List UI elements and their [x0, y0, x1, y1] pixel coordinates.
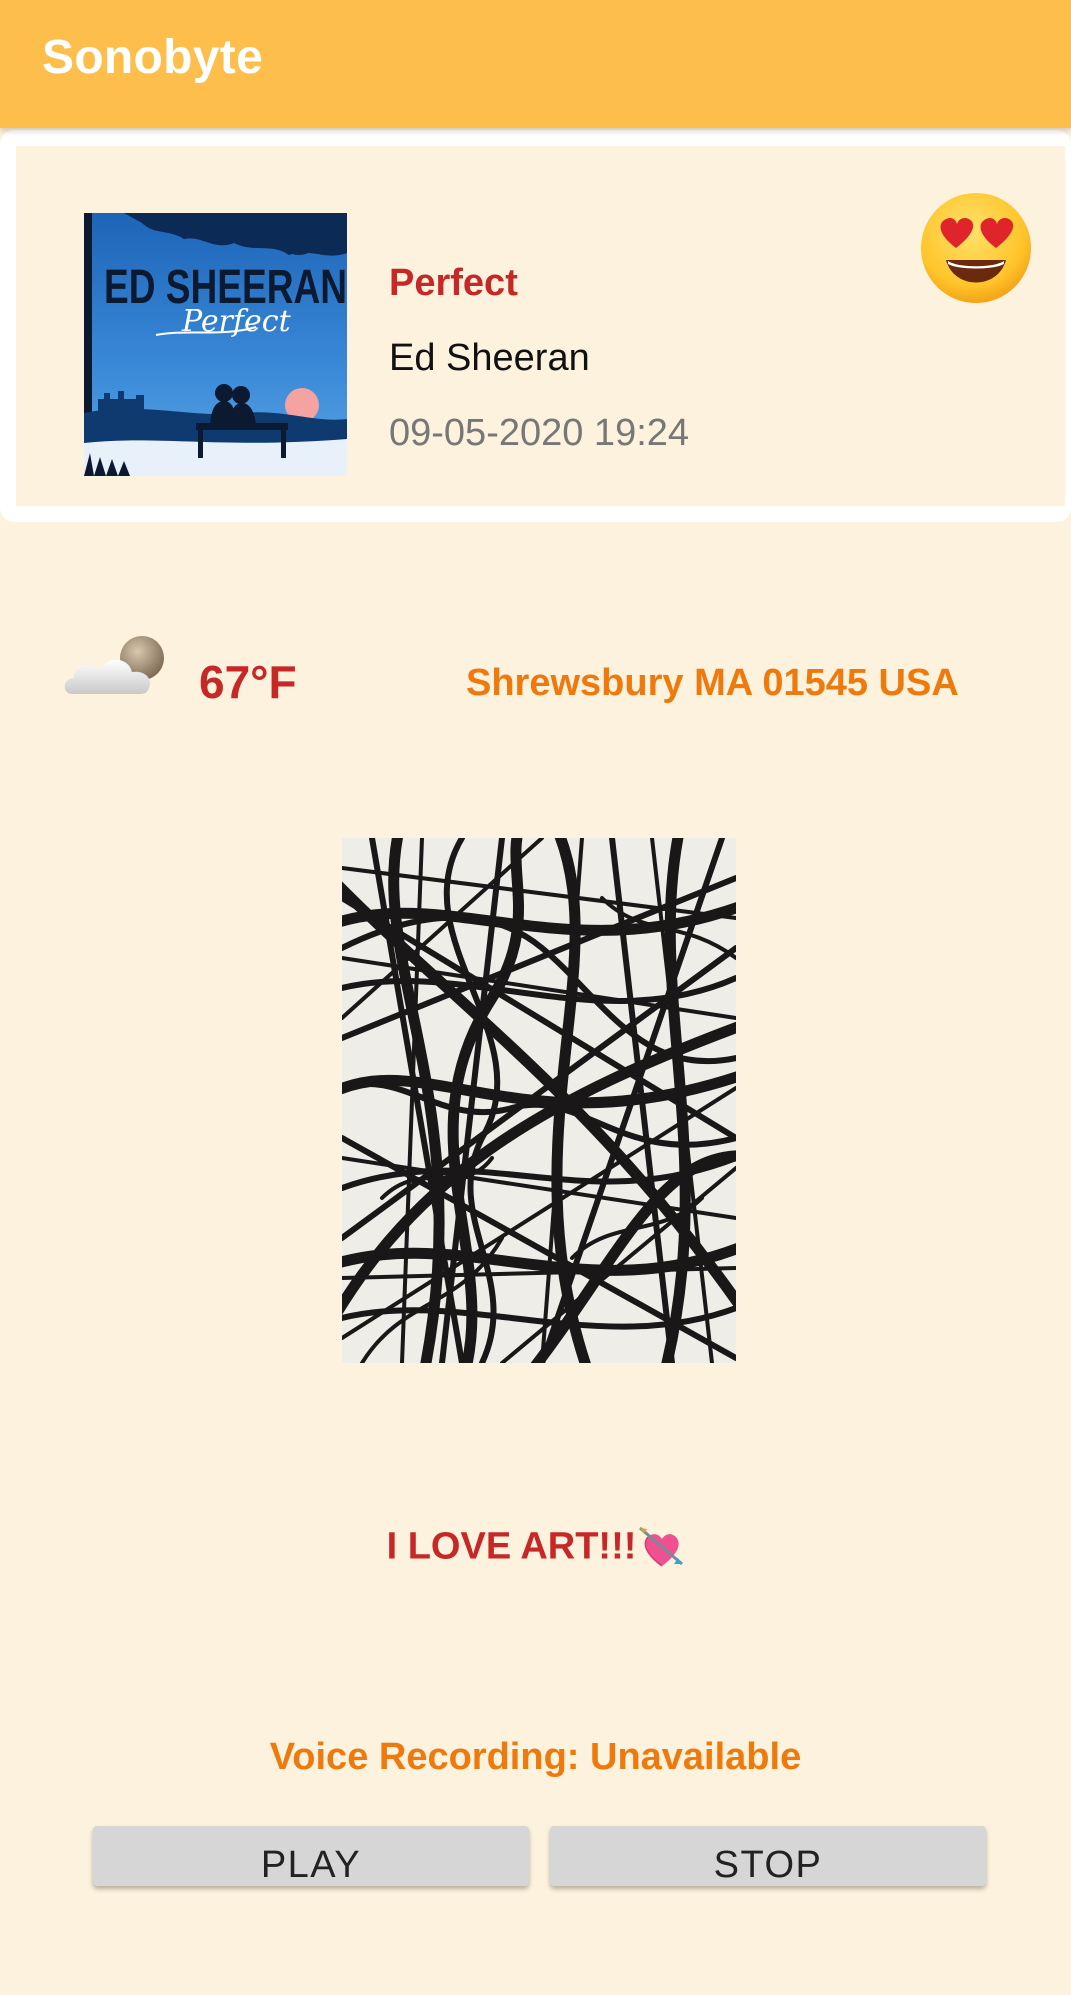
- message-text: I LOVE ART!!!: [386, 1525, 637, 1568]
- play-button-label: PLAY: [260, 1844, 362, 1886]
- app-title: Sonobyte: [42, 31, 264, 84]
- message-row: I LOVE ART!!!: [0, 1524, 1071, 1570]
- album-art-image: ED SHEERAN Perfect: [84, 209, 347, 476]
- temperature: 67°F: [199, 656, 297, 708]
- song-datetime: 09-05-2020 19:24: [389, 412, 690, 454]
- song-title: Perfect: [389, 262, 518, 304]
- stop-button[interactable]: STOP: [550, 1826, 986, 1886]
- location: Shrewsbury MA 01545 USA: [466, 662, 959, 704]
- voice-recording-status: Voice Recording: Unavailable: [269, 1736, 802, 1778]
- song-artist: Ed Sheeran: [389, 337, 590, 379]
- heart-eyes-emoji-icon: [918, 190, 1034, 306]
- app-bar: Sonobyte: [0, 0, 1071, 128]
- stop-button-label: STOP: [713, 1844, 823, 1886]
- album-art-text-title: Perfect: [181, 304, 292, 339]
- abstract-line-art-image: [342, 838, 736, 1363]
- play-button[interactable]: PLAY: [93, 1826, 529, 1886]
- heart-with-arrow-icon: [638, 1524, 684, 1570]
- partly-cloudy-night-icon: [62, 632, 170, 704]
